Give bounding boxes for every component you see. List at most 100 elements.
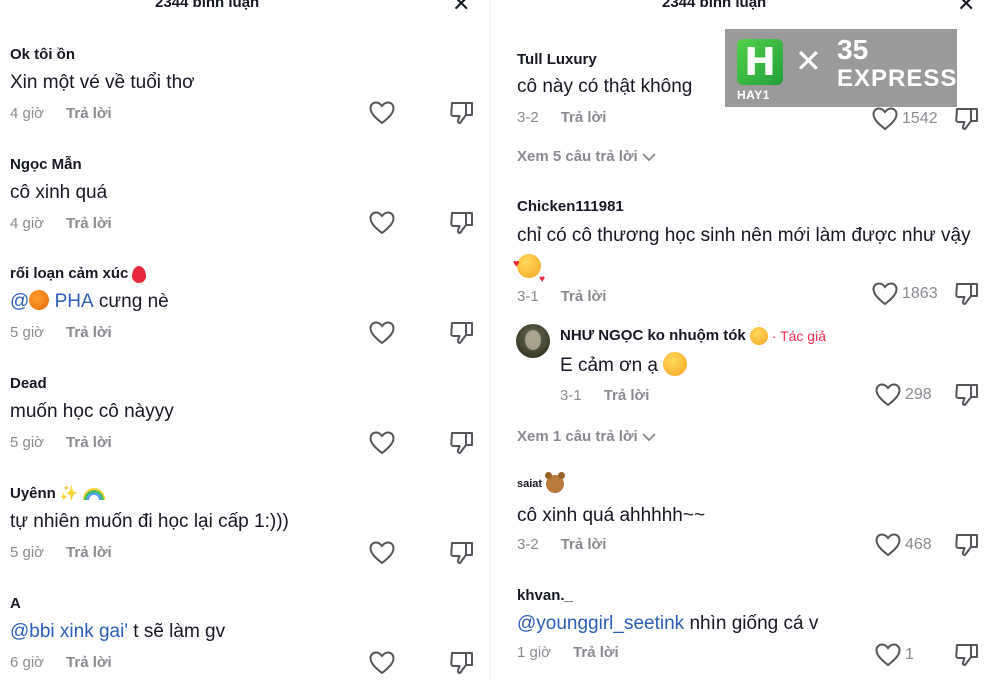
- dislike-button[interactable]: [954, 281, 980, 312]
- comment-item: Uyênn ✨ tự nhiên muốn đi học lại cấp 1:)…: [10, 484, 289, 564]
- heart-icon: [369, 431, 395, 455]
- like-button[interactable]: 1542: [872, 107, 938, 131]
- comment-time: 3-2: [517, 536, 539, 553]
- heart-icon: [875, 383, 901, 407]
- comment-text: tự nhiên muốn đi học lại cấp 1:))): [10, 511, 289, 532]
- reply-button[interactable]: Trả lời: [66, 542, 112, 564]
- thumbs-down-icon: [450, 102, 473, 124]
- reply-button[interactable]: Trả lời: [66, 652, 112, 674]
- comment-username[interactable]: Uyênn ✨: [10, 484, 289, 504]
- smiling-face-with-hearts-icon: [513, 248, 545, 296]
- heart-icon: [872, 107, 898, 131]
- comment-username[interactable]: A: [10, 594, 225, 614]
- comment-text: muốn học cô nàyyy: [10, 401, 174, 422]
- hay1-logo-text: HAY1: [737, 88, 770, 102]
- comment-username[interactable]: rối loạn cảm xúc: [10, 264, 169, 284]
- dislike-button[interactable]: [954, 532, 980, 563]
- comments-count-title: 2344 bình luận: [662, 0, 767, 11]
- like-count: 1863: [902, 285, 938, 302]
- comment-meta: 5 giờ Trả lời: [10, 322, 169, 344]
- dislike-button[interactable]: [954, 642, 980, 673]
- mention-at: @: [10, 291, 30, 312]
- dislike-button[interactable]: [449, 320, 475, 351]
- dislike-button[interactable]: [449, 430, 475, 461]
- reply-button[interactable]: Trả lời: [573, 642, 619, 664]
- dislike-button[interactable]: [449, 100, 475, 131]
- hay1-logo-icon: H: [737, 39, 783, 85]
- hay1-35express-watermark: H HAY1 ✕ 35 EXPRESS: [725, 29, 957, 107]
- close-icon[interactable]: ✕: [452, 0, 470, 15]
- reply-button[interactable]: Trả lời: [561, 534, 607, 556]
- reply-button[interactable]: Trả lời: [561, 107, 607, 129]
- collab-times-icon: ✕: [795, 43, 822, 79]
- comment-meta: 3-2 Trả lời: [517, 534, 705, 556]
- reply-button[interactable]: Trả lời: [561, 286, 607, 308]
- comment-username[interactable]: NHƯ NGỌC ko nhuộm tók · Tác giả: [560, 326, 826, 346]
- like-button[interactable]: 1: [875, 643, 914, 667]
- panel-divider: [490, 0, 491, 680]
- reply-button[interactable]: Trả lời: [66, 432, 112, 454]
- like-button[interactable]: [369, 431, 395, 455]
- dislike-button[interactable]: [449, 210, 475, 241]
- comment-username[interactable]: saiat: [517, 472, 705, 494]
- crying-face-emoji-icon: [749, 327, 768, 345]
- dislike-button[interactable]: [449, 540, 475, 571]
- comment-meta: 3-1 Trả lời: [560, 385, 826, 407]
- view-replies-button[interactable]: Xem 5 câu trả lời: [517, 148, 657, 165]
- teddy-bear-emoji-icon: [545, 472, 566, 493]
- mention-link[interactable]: @ PHA: [10, 290, 94, 312]
- comment-meta: 6 giờ Trả lời: [10, 652, 225, 674]
- balloon-emoji-icon: [132, 265, 147, 283]
- heart-icon: [369, 321, 395, 345]
- like-button[interactable]: [369, 541, 395, 565]
- view-replies-label: Xem 1 câu trả lời: [517, 428, 638, 445]
- comment-username[interactable]: Chicken111981: [517, 197, 987, 217]
- comment-text-rest: cưng nè: [93, 291, 169, 312]
- comment-username[interactable]: Ok tôi ồn: [10, 45, 195, 65]
- thumbs-down-icon: [450, 652, 473, 674]
- heart-icon: [875, 533, 901, 557]
- comment-time: 3-2: [517, 109, 539, 126]
- thumbs-down-icon: [450, 212, 473, 234]
- reply-button[interactable]: Trả lời: [66, 103, 112, 125]
- comment-time: 5 giờ: [10, 434, 45, 451]
- dislike-button[interactable]: [954, 106, 980, 137]
- heart-icon: [369, 211, 395, 235]
- rolling-laughing-emoji-icon: [663, 352, 688, 376]
- reply-button[interactable]: Trả lời: [66, 213, 112, 235]
- comment-item: NHƯ NGỌC ko nhuộm tók · Tác giả E cảm ơn…: [560, 326, 826, 407]
- like-button[interactable]: [369, 651, 395, 675]
- comment-time: 5 giờ: [10, 324, 45, 341]
- mention-link[interactable]: @younggirl_seetink: [517, 613, 684, 634]
- comment-item: Tull Luxury cô này có thật không 3-2 Trả…: [517, 50, 692, 129]
- heart-icon: [875, 643, 901, 667]
- comment-username[interactable]: Tull Luxury: [517, 50, 692, 70]
- comment-meta: 4 giờ Trả lời: [10, 103, 195, 125]
- reply-button[interactable]: Trả lời: [66, 322, 112, 344]
- author-avatar[interactable]: [516, 324, 550, 358]
- view-replies-button[interactable]: Xem 1 câu trả lời: [517, 428, 657, 445]
- left-comments-panel: 2344 bình luận ✕ Ok tôi ồn Xin một vé về…: [0, 0, 480, 680]
- comment-item: Ok tôi ồn Xin một vé về tuổi thơ 4 giờ T…: [10, 45, 195, 125]
- comment-username[interactable]: Ngọc Mẫn: [10, 155, 112, 175]
- like-button[interactable]: [369, 321, 395, 345]
- dislike-button[interactable]: [449, 650, 475, 680]
- dislike-button[interactable]: [954, 382, 980, 413]
- sparkles-emoji-icon: ✨: [59, 485, 79, 502]
- comment-time: 5 giờ: [10, 544, 45, 561]
- like-button[interactable]: 1863: [872, 282, 938, 306]
- rainbow-emoji-icon: [82, 488, 105, 500]
- comment-username[interactable]: Dead: [10, 374, 174, 394]
- chevron-down-icon: [642, 152, 656, 161]
- comment-username[interactable]: khvan._: [517, 586, 818, 606]
- like-button[interactable]: 468: [875, 533, 932, 557]
- close-icon[interactable]: ✕: [957, 0, 975, 15]
- mention-link[interactable]: @bbi xink gai': [10, 621, 128, 642]
- author-tag: · Tác giả: [771, 328, 826, 344]
- like-count: 298: [905, 386, 932, 403]
- like-button[interactable]: 298: [875, 383, 932, 407]
- like-button[interactable]: [369, 101, 395, 125]
- like-button[interactable]: [369, 211, 395, 235]
- view-replies-label: Xem 5 câu trả lời: [517, 148, 638, 165]
- reply-button[interactable]: Trả lời: [604, 385, 650, 407]
